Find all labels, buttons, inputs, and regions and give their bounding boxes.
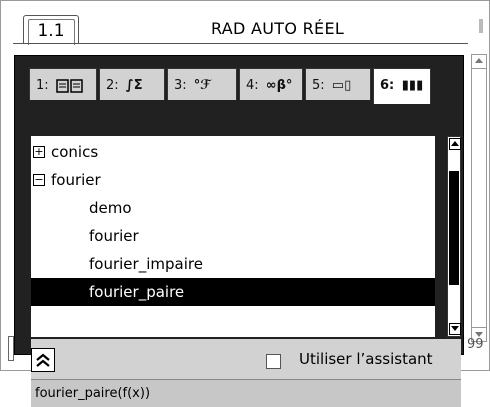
catalog-dialog: 1: 2: ∫Σ 3: °ℱ 4: ∞β° 5: ▭▯ 6: ▮▮▮ + con…	[14, 55, 464, 407]
tab-5[interactable]: 5: ▭▯	[305, 68, 371, 100]
wizard-label: Utiliser l’assistant	[299, 350, 433, 368]
tab-5-number: 5:	[312, 78, 325, 93]
scrollbar-thumb[interactable]	[449, 171, 459, 285]
syntax-help: fourier_paire(f(x))	[31, 379, 461, 407]
templates-icon: ▭▯	[331, 78, 352, 93]
integral-sum-icon: ∫Σ	[125, 78, 143, 93]
list-item-label: demo	[89, 199, 132, 217]
collapse-icon[interactable]: −	[33, 174, 45, 186]
scroll-down-icon[interactable]	[449, 323, 461, 335]
book-icon	[56, 69, 86, 103]
list-item[interactable]: demo	[31, 194, 435, 222]
expand-dialog-button[interactable]	[31, 348, 55, 372]
scroll-up-icon[interactable]	[472, 55, 486, 69]
tab-2-number: 2:	[106, 78, 119, 93]
tab-3-number: 3:	[174, 78, 187, 93]
catalog-list: + conics − fourier demo fourier fourier_…	[31, 136, 435, 337]
library-icon: ▮▮▮	[401, 78, 424, 93]
expand-icon[interactable]: +	[33, 146, 45, 158]
list-item-label: fourier	[51, 171, 101, 189]
list-item-label: fourier_paire	[89, 283, 185, 301]
list-item[interactable]: fourier	[31, 222, 435, 250]
partial-value: 99	[467, 337, 484, 352]
tab-1-number: 1:	[36, 78, 49, 93]
tab-1[interactable]: 1:	[29, 68, 97, 100]
symbols-icon: ∞β°	[265, 78, 293, 93]
wizard-checkbox[interactable]	[266, 354, 281, 369]
document-scrollbar[interactable]	[471, 54, 487, 342]
list-item[interactable]: fourier_impaire	[31, 250, 435, 278]
double-chevron-up-icon	[36, 353, 50, 367]
window-edge-mark	[479, 19, 483, 33]
list-item[interactable]: + conics	[31, 138, 435, 166]
catalog-scrollbar[interactable]	[447, 136, 461, 337]
tab-3[interactable]: 3: °ℱ	[167, 68, 237, 100]
list-item-selected[interactable]: fourier_paire	[31, 278, 435, 306]
settings-status: RAD AUTO RÉEL	[211, 19, 345, 38]
tab-4[interactable]: 4: ∞β°	[239, 68, 303, 100]
scroll-up-icon[interactable]	[449, 138, 461, 150]
list-item[interactable]: − fourier	[31, 166, 435, 194]
tab-6[interactable]: 6: ▮▮▮	[373, 68, 431, 104]
page-tab[interactable]: 1.1	[23, 15, 79, 45]
units-icon: °ℱ	[193, 78, 211, 93]
tab-6-number: 6:	[380, 78, 395, 93]
tab-2[interactable]: 2: ∫Σ	[99, 68, 165, 100]
tab-underline	[13, 43, 468, 44]
tab-4-number: 4:	[246, 78, 259, 93]
list-item-label: fourier	[89, 227, 139, 245]
list-item-label: fourier_impaire	[89, 255, 203, 273]
list-item-label: conics	[51, 143, 99, 161]
